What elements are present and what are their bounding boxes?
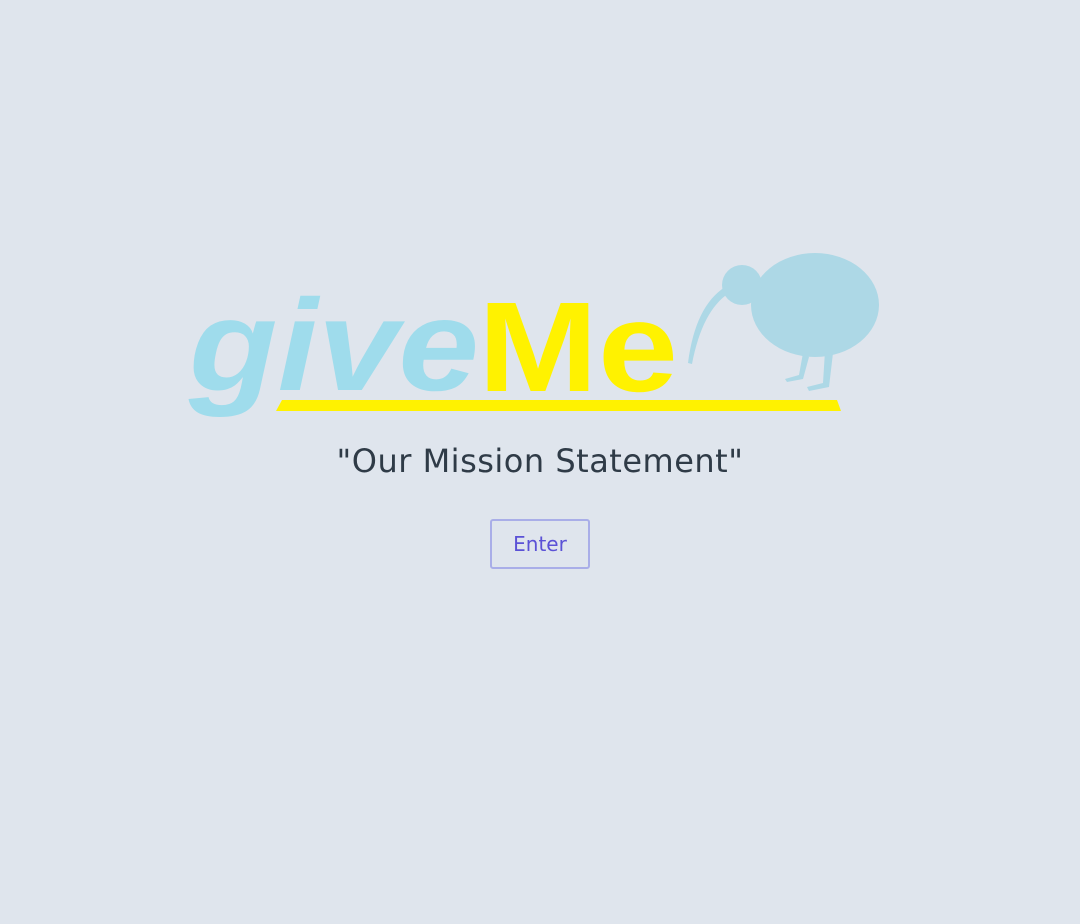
enter-button[interactable]: Enter — [490, 519, 590, 569]
landing-page: give Me "Our Mission Statement" Enter — [0, 0, 1080, 924]
giveme-logo: give Me — [185, 245, 885, 430]
giveme-logo-graphic: give Me — [188, 253, 879, 419]
logo-text-give: give — [188, 272, 479, 418]
logo-text-me: Me — [478, 276, 678, 419]
mission-statement: "Our Mission Statement" — [336, 442, 744, 480]
kiwi-bird-icon — [688, 253, 879, 391]
enter-button-label: Enter — [513, 532, 567, 556]
